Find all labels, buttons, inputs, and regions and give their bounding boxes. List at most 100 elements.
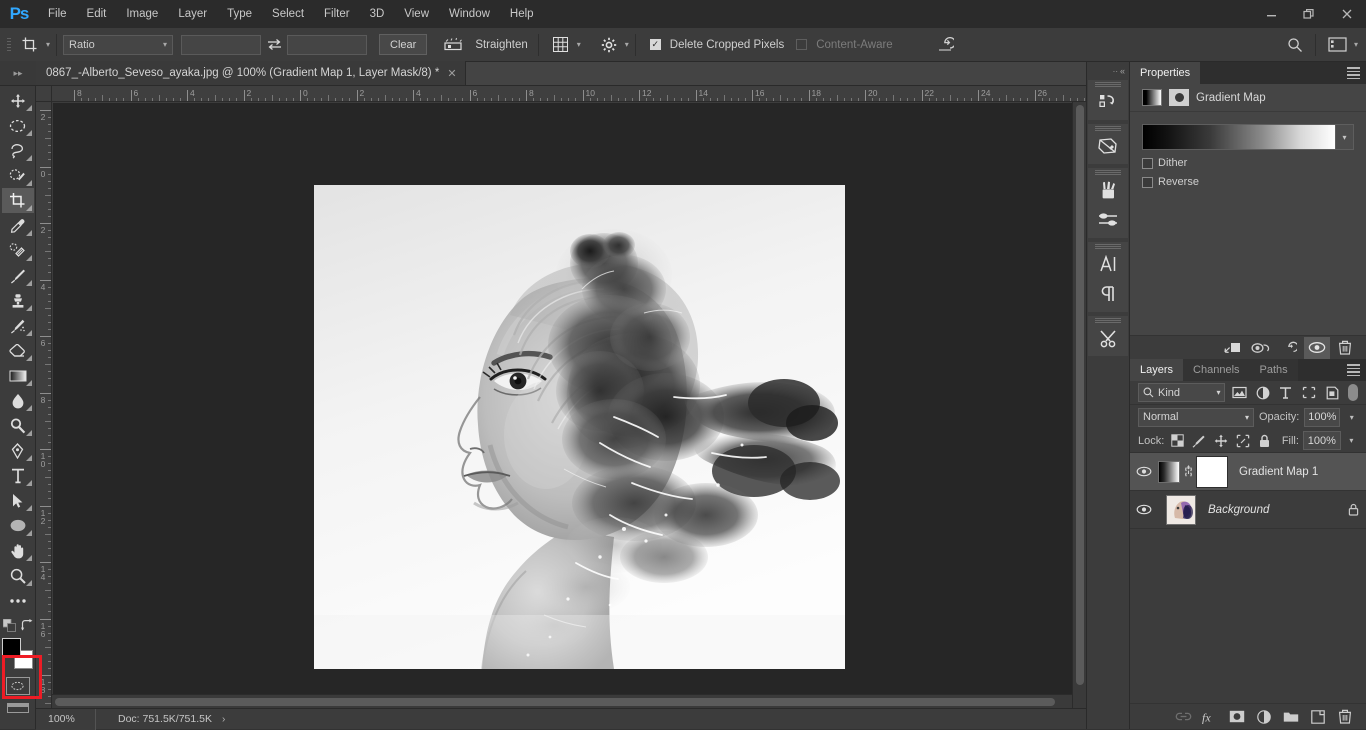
clear-button[interactable]: Clear [379, 34, 428, 55]
layer-thumbnail[interactable] [1166, 494, 1196, 525]
marquee-tool[interactable] [2, 113, 34, 138]
collapse-panels-icon[interactable]: ·· « [1086, 62, 1130, 80]
pen-tool[interactable] [2, 438, 34, 463]
add-layer-mask-icon[interactable] [1228, 707, 1246, 727]
workspace-chevron[interactable]: ▾ [1354, 40, 1358, 49]
dock-grip[interactable] [1095, 168, 1121, 176]
delete-adjustment-icon[interactable] [1332, 337, 1358, 359]
options-bar-grip[interactable] [4, 34, 14, 56]
table-row[interactable]: Gradient Map 1 [1130, 453, 1366, 491]
screen-mode-icon[interactable] [6, 703, 29, 713]
type-tool[interactable] [2, 463, 34, 488]
close-icon[interactable]: ✕ [447, 67, 456, 80]
menu-layer[interactable]: Layer [168, 0, 217, 28]
brush-settings-panel-icon[interactable] [1089, 205, 1127, 235]
crop-width-input[interactable] [181, 34, 262, 55]
link-layers-icon[interactable] [1174, 707, 1192, 727]
zoom-level-field[interactable]: 100% [36, 708, 96, 730]
menu-type[interactable]: Type [217, 0, 262, 28]
tab-paths[interactable]: Paths [1249, 359, 1298, 381]
quick-selection-tool[interactable] [2, 163, 34, 188]
new-adjustment-layer-icon[interactable] [1255, 707, 1273, 727]
reverse-checkbox[interactable]: Reverse [1142, 176, 1354, 188]
blur-tool[interactable] [2, 388, 34, 413]
menu-select[interactable]: Select [262, 0, 314, 28]
crop-ratio-select[interactable]: Ratio ▾ [63, 34, 174, 55]
menu-image[interactable]: Image [116, 0, 168, 28]
brushes-panel-icon[interactable] [1089, 175, 1127, 205]
quick-mask-toggle-icon[interactable] [5, 677, 30, 695]
view-previous-state-icon[interactable] [1248, 337, 1274, 359]
layer-filter-kind-select[interactable]: Kind ▾ [1138, 383, 1226, 402]
crop-tool-preset-chevron[interactable]: ▾ [46, 40, 50, 49]
close-button[interactable] [1328, 0, 1366, 28]
properties-panel-menu-icon[interactable] [1347, 62, 1360, 84]
document-tab[interactable]: 0867_-Alberto_Seveso_ayaka.jpg @ 100% (G… [36, 61, 466, 85]
gradient-picker-chevron[interactable]: ▾ [1336, 124, 1354, 150]
eyedropper-tool[interactable] [2, 213, 34, 238]
dither-checkbox[interactable]: Dither [1142, 157, 1354, 169]
paragraph-panel-icon[interactable] [1089, 279, 1127, 309]
dock-grip[interactable] [1095, 124, 1121, 132]
scrollbar-thumb[interactable] [1076, 105, 1084, 685]
eraser-tool[interactable] [2, 338, 34, 363]
lock-transparent-pixels-icon[interactable] [1168, 431, 1186, 450]
menu-file[interactable]: File [38, 0, 77, 28]
grid-overlay-icon[interactable] [547, 32, 575, 58]
restore-button[interactable] [1290, 0, 1328, 28]
dodge-tool[interactable] [2, 413, 34, 438]
gradient-picker-row[interactable]: ▾ [1142, 124, 1354, 150]
clone-stamp-tool[interactable] [2, 288, 34, 313]
character-panel-icon[interactable] [1089, 249, 1127, 279]
gradient-tool[interactable] [2, 363, 34, 388]
lock-all-icon[interactable] [1256, 431, 1274, 450]
delete-cropped-pixels-checkbox[interactable]: Delete Cropped Pixels [649, 39, 788, 51]
canvas-vertical-scrollbar[interactable] [1072, 102, 1086, 708]
menu-filter[interactable]: Filter [314, 0, 360, 28]
opacity-stepper-chevron[interactable]: ▾ [1345, 408, 1358, 427]
expand-panels-icon[interactable]: ▸▸ [0, 61, 36, 85]
menu-view[interactable]: View [394, 0, 439, 28]
delete-layer-icon[interactable] [1336, 707, 1354, 727]
table-row[interactable]: Background [1130, 491, 1366, 529]
layer-style-fx-icon[interactable]: fx [1201, 707, 1219, 727]
filter-smart-object-icon[interactable] [1323, 383, 1342, 402]
lasso-tool[interactable] [2, 138, 34, 163]
layer-visibility-toggle[interactable] [1130, 453, 1158, 491]
fill-stepper-chevron[interactable]: ▾ [1345, 431, 1358, 450]
tab-properties[interactable]: Properties [1130, 62, 1201, 84]
filter-shape-icon[interactable] [1300, 383, 1319, 402]
search-icon[interactable] [1281, 32, 1309, 58]
menu-3d[interactable]: 3D [360, 0, 395, 28]
history-brush-tool[interactable] [2, 313, 34, 338]
layers-panel-menu-icon[interactable] [1347, 359, 1360, 381]
path-selection-tool[interactable] [2, 488, 34, 513]
menu-window[interactable]: Window [439, 0, 500, 28]
layer-mask-link-icon[interactable] [1180, 464, 1196, 479]
layer-name[interactable]: Background [1196, 504, 1340, 516]
hand-tool[interactable] [2, 538, 34, 563]
overlay-options-chevron[interactable]: ▾ [577, 40, 581, 49]
toggle-visibility-icon[interactable] [1304, 336, 1330, 359]
fill-value-field[interactable]: 100% [1302, 431, 1341, 450]
gradient-preview-bar[interactable] [1142, 124, 1336, 150]
swap-colors-icon[interactable] [20, 619, 34, 635]
ellipse-tool[interactable] [2, 513, 34, 538]
workspace-switcher-icon[interactable] [1324, 32, 1352, 58]
swap-width-height-icon[interactable] [261, 34, 287, 56]
move-tool[interactable] [2, 88, 34, 113]
tab-channels[interactable]: Channels [1183, 359, 1250, 381]
new-layer-icon[interactable] [1309, 707, 1327, 727]
filter-enable-toggle[interactable] [1348, 384, 1359, 401]
filter-adjustment-icon[interactable] [1253, 383, 1272, 402]
tool-presets-panel-icon[interactable] [1089, 323, 1127, 353]
layer-thumbnail[interactable] [1158, 460, 1180, 483]
reset-arrow-icon[interactable] [931, 32, 959, 58]
blend-mode-select[interactable]: Normal ▾ [1138, 407, 1254, 427]
crop-tool[interactable] [1, 188, 34, 213]
dock-grip[interactable] [1095, 80, 1121, 88]
minimize-button[interactable] [1252, 0, 1290, 28]
clip-to-layer-icon[interactable] [1220, 337, 1246, 359]
crop-settings-chevron[interactable]: ▾ [625, 40, 629, 49]
layer-name[interactable]: Gradient Map 1 [1227, 466, 1366, 478]
